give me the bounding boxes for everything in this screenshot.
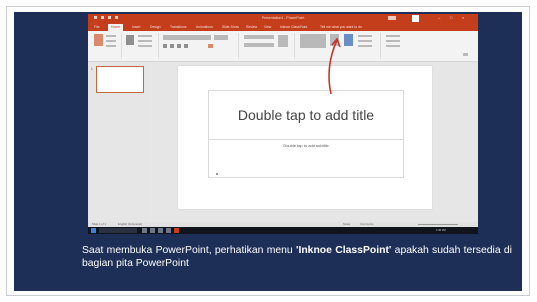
tab-inknoe-classpoint[interactable]: Inknoe ClassPoint xyxy=(280,24,307,31)
thumbnail-number: 1 xyxy=(91,67,93,71)
group-separator xyxy=(158,33,159,59)
tab-home[interactable]: Home xyxy=(108,24,124,31)
account-avatar[interactable] xyxy=(412,15,419,22)
edge-icon[interactable] xyxy=(150,228,155,233)
taskbar-clock: 1:30 PM xyxy=(436,229,446,232)
tab-insert[interactable]: Insert xyxy=(132,24,140,31)
powerpoint-window-screenshot: Presentation1 - PowerPoint – □ × File Ho… xyxy=(88,14,478,234)
italic-icon[interactable] xyxy=(170,44,174,48)
group-separator xyxy=(121,33,122,59)
tab-animations[interactable]: Animations xyxy=(196,24,213,31)
underline-icon[interactable] xyxy=(177,44,181,48)
file-explorer-icon[interactable] xyxy=(158,228,163,233)
shape-fill-button[interactable] xyxy=(358,35,372,37)
paste-icon[interactable] xyxy=(94,34,103,46)
select-button[interactable] xyxy=(386,45,400,47)
slide-thumbnail[interactable] xyxy=(96,66,144,93)
strikethrough-icon[interactable] xyxy=(184,44,188,48)
maximize-icon[interactable]: □ xyxy=(450,16,455,20)
tab-view[interactable]: View xyxy=(264,24,271,31)
slide-canvas[interactable]: Double tap to add title Double tap to ad… xyxy=(178,66,432,209)
group-separator xyxy=(380,33,381,59)
text-direction-icon[interactable] xyxy=(278,35,288,47)
tab-transitions[interactable]: Transitions xyxy=(170,24,186,31)
redo-icon[interactable] xyxy=(108,16,111,19)
font-color-icon[interactable] xyxy=(208,44,213,48)
find-button[interactable] xyxy=(386,35,400,37)
windows-start-icon[interactable] xyxy=(91,228,96,233)
save-icon[interactable] xyxy=(94,16,97,19)
replace-button[interactable] xyxy=(386,40,400,42)
tab-file[interactable]: File xyxy=(94,24,99,31)
minimize-icon[interactable]: – xyxy=(438,16,443,20)
title-bar: Presentation1 - PowerPoint – □ × xyxy=(88,14,478,23)
ribbon-tabs: File Home Insert Design Transitions Anim… xyxy=(88,23,478,31)
caption-highlight: 'Inknoe ClassPoint' xyxy=(295,245,392,256)
reset-button[interactable] xyxy=(138,40,152,42)
title-placeholder[interactable]: Double tap to add title xyxy=(208,90,404,140)
tab-slide-show[interactable]: Slide Show xyxy=(222,24,239,31)
shape-outline-button[interactable] xyxy=(358,40,372,42)
taskbar-search-box[interactable] xyxy=(99,228,137,233)
task-view-icon[interactable] xyxy=(142,228,147,233)
paragraph-bullets[interactable] xyxy=(244,35,274,39)
undo-icon[interactable] xyxy=(101,16,104,19)
new-slide-icon[interactable] xyxy=(126,35,134,45)
paragraph-align[interactable] xyxy=(244,43,274,47)
ribbon-home xyxy=(88,31,478,62)
shape-effects-button[interactable] xyxy=(358,45,372,47)
tab-design[interactable]: Design xyxy=(150,24,161,31)
arrow-shaft xyxy=(328,39,338,95)
window-title: Presentation1 - PowerPoint xyxy=(261,16,305,20)
slide-caption: Saat membuka PowerPoint, perhatikan menu… xyxy=(82,244,512,270)
section-dropdown[interactable] xyxy=(138,45,152,47)
copy-icon[interactable] xyxy=(106,40,116,42)
font-name-select[interactable] xyxy=(163,35,211,40)
format-painter-icon[interactable] xyxy=(106,45,116,47)
subtitle-placeholder[interactable]: Double tap to add subtitle xyxy=(208,140,404,178)
group-separator xyxy=(238,33,239,59)
collapse-ribbon-icon[interactable] xyxy=(463,53,468,56)
zoom-slider[interactable] xyxy=(418,224,458,225)
tab-review[interactable]: Review xyxy=(246,24,257,31)
cut-icon[interactable] xyxy=(106,35,116,37)
sign-in-button[interactable] xyxy=(388,16,396,20)
annotation-arrow xyxy=(328,37,341,95)
start-from-beginning-icon[interactable] xyxy=(115,16,118,19)
font-size-select[interactable] xyxy=(214,35,228,40)
text-cursor-mark xyxy=(216,173,218,175)
windows-taskbar: 1:30 PM xyxy=(88,227,478,234)
bold-icon[interactable] xyxy=(163,44,167,48)
close-icon[interactable]: × xyxy=(462,16,467,20)
powerpoint-taskbar-icon[interactable] xyxy=(174,228,179,233)
group-separator xyxy=(294,33,295,59)
tell-me-search[interactable]: Tell me what you want to do xyxy=(320,24,362,31)
store-icon[interactable] xyxy=(166,228,171,233)
layout-dropdown[interactable] xyxy=(138,35,152,37)
caption-part1: Saat membuka PowerPoint, perhatikan menu xyxy=(82,245,296,256)
